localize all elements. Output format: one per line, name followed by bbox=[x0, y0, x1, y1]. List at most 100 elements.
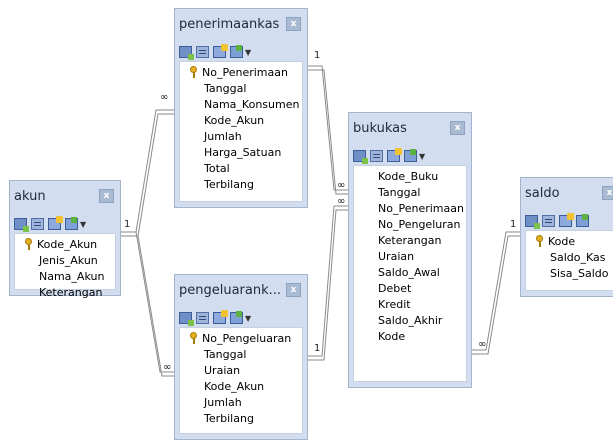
table-penerimaankas[interactable]: penerimaankas x ▼ No_Penerimaan Tanggal … bbox=[174, 8, 308, 208]
relation-akun-pengeluarankas bbox=[120, 231, 175, 373]
field-item[interactable]: No_Penerimaan bbox=[354, 201, 466, 217]
table-properties-icon[interactable] bbox=[387, 148, 402, 162]
relation-bukukas-saldo bbox=[472, 231, 520, 351]
table-header[interactable]: penerimaankas x bbox=[175, 9, 307, 43]
field-item[interactable]: No_Pengeluaran bbox=[180, 331, 302, 347]
field-item[interactable]: Kode_Akun bbox=[180, 113, 302, 129]
field-list-icon[interactable] bbox=[370, 150, 383, 162]
close-icon[interactable]: x bbox=[286, 283, 301, 297]
add-field-icon[interactable] bbox=[353, 150, 368, 164]
rel-many-label: ∞ bbox=[160, 92, 169, 103]
rel-one-label: 1 bbox=[314, 343, 321, 354]
table-akun[interactable]: akun x ▼ Kode_Akun Jenis_Akun Nama_Akun … bbox=[9, 180, 121, 299]
field-item[interactable]: Uraian bbox=[180, 363, 302, 379]
chevron-down-icon[interactable]: ▼ bbox=[80, 220, 86, 229]
table-properties-icon[interactable] bbox=[213, 44, 228, 58]
add-field-icon[interactable] bbox=[179, 46, 194, 60]
rel-many-label: ∞ bbox=[337, 196, 346, 207]
rel-many-label: ∞ bbox=[478, 339, 487, 350]
relation-akun-penerimaankas bbox=[120, 109, 175, 233]
field-item[interactable]: Kode_Akun bbox=[15, 237, 115, 253]
table-title: akun bbox=[14, 189, 46, 204]
table-title: pengeluarank... bbox=[179, 283, 282, 298]
field-item[interactable]: Kode_Akun bbox=[180, 379, 302, 395]
field-list[interactable]: No_Pengeluaran Tanggal Uraian Kode_Akun … bbox=[179, 327, 303, 434]
field-item[interactable]: Debet bbox=[354, 281, 466, 297]
field-list[interactable]: No_Penerimaan Tanggal Nama_Konsumen Kode… bbox=[179, 61, 303, 202]
close-icon[interactable]: x bbox=[602, 186, 613, 200]
table-properties-icon[interactable] bbox=[48, 216, 63, 230]
insert-icon[interactable] bbox=[404, 149, 417, 162]
table-header[interactable]: pengeluarank... x bbox=[175, 275, 307, 309]
table-toolbar bbox=[525, 212, 589, 230]
field-item[interactable]: Sisa_Saldo bbox=[526, 266, 613, 282]
chevron-down-icon[interactable]: ▼ bbox=[419, 152, 425, 161]
add-field-icon[interactable] bbox=[525, 215, 540, 229]
chevron-down-icon[interactable]: ▼ bbox=[245, 48, 251, 57]
table-toolbar: ▼ bbox=[14, 215, 86, 233]
field-item[interactable]: Harga_Satuan bbox=[180, 145, 302, 161]
insert-icon[interactable] bbox=[230, 311, 243, 324]
field-item[interactable]: Terbilang bbox=[180, 411, 302, 427]
table-toolbar: ▼ bbox=[179, 309, 251, 327]
key-icon bbox=[536, 235, 545, 247]
table-toolbar: ▼ bbox=[353, 147, 425, 165]
field-list[interactable]: Kode Saldo_Kas Sisa_Saldo bbox=[525, 230, 613, 291]
field-item[interactable]: Terbilang bbox=[180, 177, 302, 193]
close-icon[interactable]: x bbox=[99, 189, 114, 203]
rel-many-label: ∞ bbox=[163, 362, 172, 373]
insert-icon[interactable] bbox=[65, 217, 78, 230]
field-item[interactable]: Jenis_Akun bbox=[15, 253, 115, 269]
rel-many-label: ∞ bbox=[337, 180, 346, 191]
rel-one-label: 1 bbox=[314, 50, 321, 61]
field-item[interactable]: Kode_Buku bbox=[354, 169, 466, 185]
field-item[interactable]: Keterangan bbox=[354, 233, 466, 249]
insert-icon[interactable] bbox=[230, 45, 243, 58]
field-item[interactable]: Tanggal bbox=[354, 185, 466, 201]
table-properties-icon[interactable] bbox=[213, 310, 228, 324]
table-header[interactable]: bukukas x bbox=[349, 113, 471, 147]
field-list[interactable]: Kode_Akun Jenis_Akun Nama_Akun Keteranga… bbox=[14, 233, 116, 299]
field-list-icon[interactable] bbox=[196, 312, 209, 324]
field-item[interactable]: Saldo_Awal bbox=[354, 265, 466, 281]
field-list[interactable]: Kode_Buku Tanggal No_Penerimaan No_Penge… bbox=[353, 165, 467, 382]
close-icon[interactable]: x bbox=[450, 121, 465, 135]
rel-one-label: 1 bbox=[124, 219, 131, 230]
field-item[interactable]: Keterangan bbox=[15, 285, 115, 301]
key-icon bbox=[25, 238, 34, 250]
field-item[interactable]: Nama_Akun bbox=[15, 269, 115, 285]
relation-pengeluarankas-bukukas bbox=[308, 205, 348, 357]
field-item[interactable]: Jumlah bbox=[180, 395, 302, 411]
field-item[interactable]: Jumlah bbox=[180, 129, 302, 145]
table-pengeluarankas[interactable]: pengeluarank... x ▼ No_Pengeluaran Tangg… bbox=[174, 274, 308, 440]
close-icon[interactable]: x bbox=[286, 17, 301, 31]
table-header[interactable]: saldo x bbox=[521, 178, 613, 212]
field-item[interactable]: Uraian bbox=[354, 249, 466, 265]
relationship-canvas: 1 ∞ ∞ 1 ∞ 1 ∞ ∞ 1 penerimaankas x ▼ No_P… bbox=[0, 0, 613, 443]
field-item[interactable]: Kode bbox=[354, 329, 466, 345]
insert-icon[interactable] bbox=[576, 214, 589, 227]
chevron-down-icon[interactable]: ▼ bbox=[245, 314, 251, 323]
field-item[interactable]: Total bbox=[180, 161, 302, 177]
field-list-icon[interactable] bbox=[31, 218, 44, 230]
table-header[interactable]: akun x bbox=[10, 181, 120, 215]
field-list-icon[interactable] bbox=[196, 46, 209, 58]
field-item[interactable]: Saldo_Kas bbox=[526, 250, 613, 266]
table-properties-icon[interactable] bbox=[559, 213, 574, 227]
field-item[interactable]: Kode bbox=[526, 234, 613, 250]
field-item[interactable]: Tanggal bbox=[180, 347, 302, 363]
field-item[interactable]: Tanggal bbox=[180, 81, 302, 97]
add-field-icon[interactable] bbox=[14, 218, 29, 232]
field-item[interactable]: No_Pengeluran bbox=[354, 217, 466, 233]
table-bukukas[interactable]: bukukas x ▼ Kode_Buku Tanggal No_Penerim… bbox=[348, 112, 472, 388]
key-icon bbox=[190, 66, 199, 78]
table-saldo[interactable]: saldo x Kode Saldo_Kas Sisa_Saldo bbox=[520, 177, 613, 297]
table-title: penerimaankas bbox=[179, 17, 280, 32]
field-item[interactable]: No_Penerimaan bbox=[180, 65, 302, 81]
field-item[interactable]: Nama_Konsumen bbox=[180, 97, 302, 113]
add-field-icon[interactable] bbox=[179, 312, 194, 326]
field-item[interactable]: Kredit bbox=[354, 297, 466, 313]
table-toolbar: ▼ bbox=[179, 43, 251, 61]
field-list-icon[interactable] bbox=[542, 215, 555, 227]
field-item[interactable]: Saldo_Akhir bbox=[354, 313, 466, 329]
